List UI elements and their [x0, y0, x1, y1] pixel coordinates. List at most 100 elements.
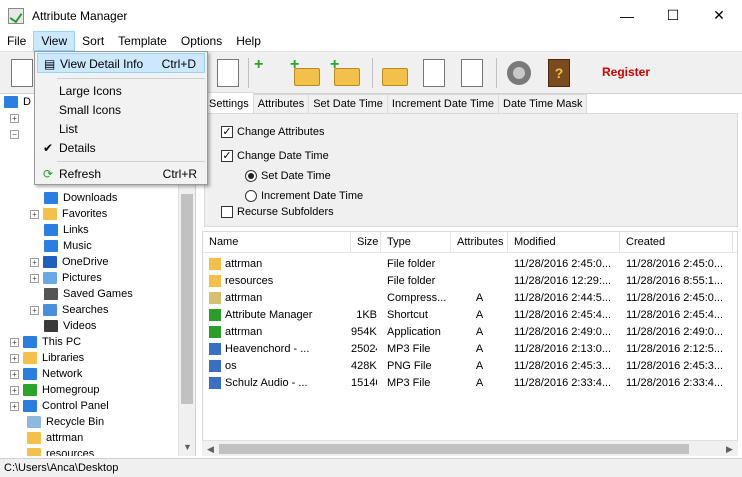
file-list-hscrollbar[interactable]: ◀ ▶ — [202, 440, 738, 456]
apply-icon[interactable] — [4, 56, 38, 90]
menu-template[interactable]: Template — [111, 31, 174, 51]
minimize-button[interactable]: — — [604, 0, 650, 31]
file-cell-modified: 11/28/2016 2:13:0... — [514, 343, 612, 355]
help-book-icon[interactable]: ? — [542, 56, 576, 90]
settings-doc-icon[interactable] — [210, 56, 244, 90]
file-cell-type: Application — [387, 326, 441, 338]
tree-item-control-panel[interactable]: + Control Panel — [10, 398, 109, 414]
change-date-time-checkbox[interactable]: ✓ Change Date Time — [221, 150, 329, 162]
register-link[interactable]: Register — [602, 65, 650, 79]
menu-item-refresh[interactable]: ⟳ Refresh Ctrl+R — [37, 164, 205, 184]
file-row[interactable]: os 428KB PNG File A 11/28/2016 2:45:3... 11/2… — [203, 358, 737, 375]
tree-item-onedrive[interactable]: + OneDrive — [30, 254, 108, 270]
file-row[interactable]: Heavenchord - ... 25024KB MP3 File A 11/28/2… — [203, 341, 737, 358]
file-cell-created: 11/28/2016 2:12:5... — [626, 343, 724, 355]
menu-item-small-icons[interactable]: Small Icons — [37, 100, 205, 120]
tab-attributes[interactable]: Attributes — [252, 94, 310, 114]
recurse-subfolders-checkbox[interactable]: Recurse Subfolders — [221, 206, 334, 218]
tree-item-this-pc[interactable]: + This PC — [10, 334, 81, 350]
gamepad-icon — [44, 288, 58, 300]
music-icon — [44, 240, 58, 252]
file-cell-name: os — [225, 360, 237, 372]
menu-item-large-icons[interactable]: Large Icons — [37, 81, 205, 101]
tree-item-favorites[interactable]: + Favorites — [30, 206, 107, 222]
save-template-icon[interactable] — [416, 56, 450, 90]
file-row[interactable]: Attribute Manager 1KB Shortcut A 11/28/2016 … — [203, 307, 737, 324]
tab-date-time-mask[interactable]: Date Time Mask — [498, 94, 588, 114]
tree-item-libraries[interactable]: + Libraries — [10, 350, 84, 366]
tree-expander-row[interactable]: + — [10, 110, 23, 126]
hscroll-thumb[interactable] — [219, 444, 689, 454]
maximize-button[interactable]: ☐ — [650, 0, 696, 31]
change-attributes-checkbox[interactable]: ✓ Change Attributes — [221, 126, 324, 138]
library-icon — [23, 352, 37, 364]
tree-item-downloads[interactable]: Downloads — [44, 190, 117, 206]
menu-divider — [57, 78, 205, 79]
file-icon — [209, 309, 221, 321]
tree-root[interactable]: D — [4, 94, 31, 110]
add-files-icon[interactable]: + — [290, 56, 324, 90]
network-icon — [23, 368, 37, 380]
tab-settings[interactable]: Settings — [204, 92, 254, 114]
menu-item-details[interactable]: ✔ Details — [37, 138, 205, 158]
desktop-icon — [4, 96, 18, 108]
tree-item-attrman[interactable]: attrman — [27, 430, 83, 446]
tree-item-network[interactable]: + Network — [10, 366, 82, 382]
file-row[interactable]: attrman 954KB Application A 11/28/2016 2:49:… — [203, 324, 737, 341]
file-cell-attr: A — [475, 360, 484, 372]
column-header-modified[interactable]: Modified — [508, 232, 620, 253]
file-cell-size: 1KB — [356, 309, 377, 321]
tree-item-pictures[interactable]: + Pictures — [30, 270, 102, 286]
menu-item-list[interactable]: List — [37, 119, 205, 139]
file-icon — [209, 258, 221, 270]
open-folder-icon[interactable] — [378, 56, 412, 90]
column-header-attributes[interactable]: Attributes — [451, 232, 508, 253]
control-panel-icon — [23, 400, 37, 412]
tree-item-saved-games[interactable]: Saved Games — [44, 286, 133, 302]
template-settings-icon[interactable] — [454, 56, 488, 90]
add-remove-icon[interactable]: + — [254, 56, 288, 90]
tree-item-resources[interactable]: resources — [27, 446, 94, 456]
file-icon — [209, 377, 221, 389]
tab-increment-date-time[interactable]: Increment Date Time — [386, 94, 500, 114]
file-row[interactable]: Schulz Audio - ... 15140KB MP3 File A 11/28/… — [203, 375, 737, 392]
tree-item-music[interactable]: Music — [44, 238, 92, 254]
tree-expander-row[interactable]: − — [10, 126, 23, 142]
menu-divider — [57, 161, 205, 162]
tree-item-searches[interactable]: + Searches — [30, 302, 108, 318]
video-icon — [44, 320, 58, 332]
menu-help[interactable]: Help — [229, 31, 268, 51]
file-row[interactable]: attrman File folder 11/28/2016 2:45:0... 11… — [203, 256, 737, 273]
menu-options[interactable]: Options — [174, 31, 229, 51]
column-header-size[interactable]: Size — [351, 232, 381, 253]
file-cell-modified: 11/28/2016 2:45:0... — [514, 258, 612, 270]
tree-item-recycle-bin[interactable]: Recycle Bin — [27, 414, 104, 430]
tree-item-videos[interactable]: Videos — [44, 318, 96, 334]
gear-icon[interactable] — [502, 56, 536, 90]
menu-sort[interactable]: Sort — [75, 31, 111, 51]
scroll-left-icon[interactable]: ◀ — [202, 441, 219, 457]
file-row[interactable]: attrman Compress... A 11/28/2016 2:44:5... 1… — [203, 290, 737, 307]
file-cell-type: Compress... — [387, 292, 447, 304]
folder-icon — [27, 448, 41, 456]
close-button[interactable]: ✕ — [696, 0, 742, 31]
file-cell-modified: 11/28/2016 12:29:... — [514, 275, 612, 287]
scroll-thumb[interactable] — [181, 194, 193, 404]
add-folder-icon[interactable]: + — [330, 56, 364, 90]
file-cell-modified: 11/28/2016 2:33:4... — [514, 377, 612, 389]
menu-item-view-detail-info[interactable]: ▤ View Detail Info Ctrl+D — [37, 53, 205, 73]
scroll-down-icon[interactable]: ▼ — [179, 439, 196, 456]
column-header-created[interactable]: Created — [620, 232, 733, 253]
scroll-right-icon[interactable]: ▶ — [721, 441, 738, 457]
file-row[interactable]: resources File folder 11/28/2016 12:29:...… — [203, 273, 737, 290]
menu-view[interactable]: View — [33, 31, 76, 51]
tab-set-date-time[interactable]: Set Date Time — [308, 94, 388, 114]
menu-file[interactable]: File — [0, 31, 33, 51]
column-header-name[interactable]: Name — [203, 232, 351, 253]
menu-bar: File View Sort Template Options Help — [0, 31, 742, 51]
tree-item-homegroup[interactable]: + Homegroup — [10, 382, 99, 398]
set-date-time-radio[interactable]: Set Date Time — [245, 170, 331, 182]
increment-date-time-radio[interactable]: Increment Date Time — [245, 190, 363, 202]
tree-item-links[interactable]: Links — [44, 222, 89, 238]
column-header-type[interactable]: Type — [381, 232, 451, 253]
